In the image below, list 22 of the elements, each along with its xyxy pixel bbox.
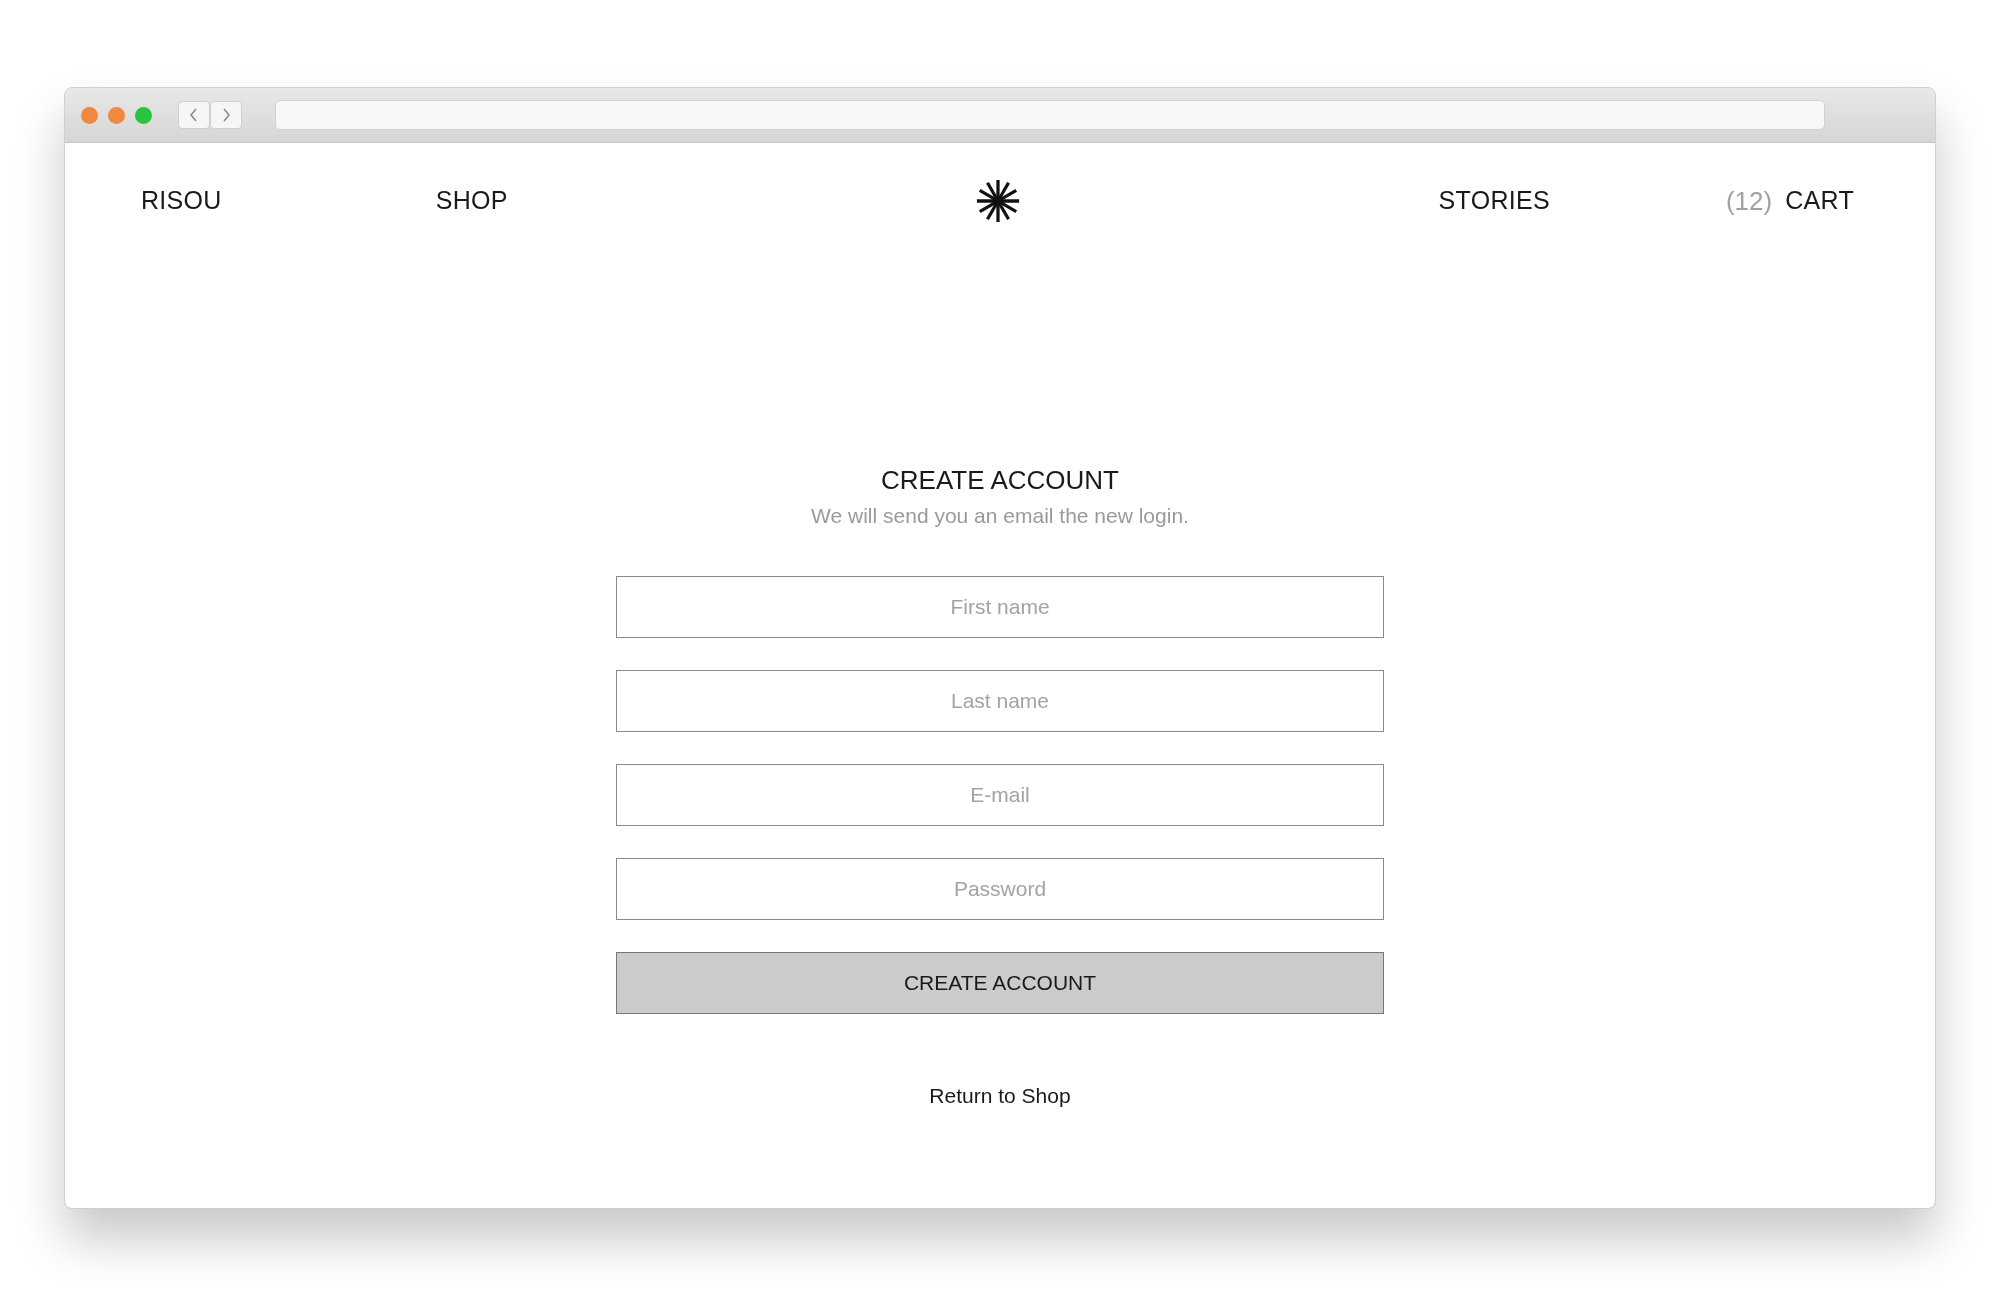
input-field[interactable]: Password [616,857,1384,920]
input-field[interactable]: E-mail [616,763,1384,826]
cart-count: (12) [1725,184,1773,218]
input-field[interactable]: Last name [616,669,1384,732]
back-button[interactable] [178,101,210,129]
return-link[interactable]: Return to Shop [929,1079,1071,1112]
close-button[interactable] [81,106,98,124]
nav-link[interactable]: STORIES [1438,182,1550,220]
chevron-right-icon [221,108,231,122]
asterisk-logo-icon[interactable] [974,178,1021,224]
form-title: CREATE ACCOUNT [880,465,1120,497]
form-subtitle: We will send you an email the new login. [810,503,1190,530]
minimize-button[interactable] [108,106,125,124]
maximize-button[interactable] [135,106,152,124]
chevron-left-icon [189,108,199,122]
create-account-button[interactable]: CREATE ACCOUNT [616,951,1384,1014]
cart-link[interactable]: CART [1785,182,1854,220]
nav-link[interactable]: SHOP [435,182,508,220]
brand-link[interactable]: RISOU [141,182,222,220]
forward-button[interactable] [210,101,242,129]
input-field[interactable]: First name [616,575,1384,638]
address-bar[interactable] [275,100,1825,130]
